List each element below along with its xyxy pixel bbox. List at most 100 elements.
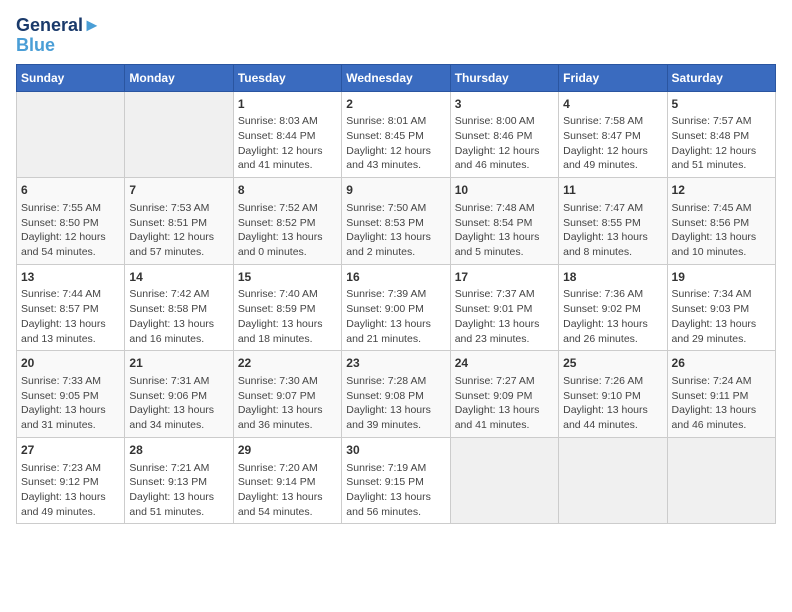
- day-header-friday: Friday: [559, 64, 667, 91]
- cell-details: Sunrise: 7:26 AM Sunset: 9:10 PM Dayligh…: [563, 374, 662, 433]
- calendar-cell: 25 Sunrise: 7:26 AM Sunset: 9:10 PM Dayli…: [559, 351, 667, 438]
- calendar-week-row: 20 Sunrise: 7:33 AM Sunset: 9:05 PM Dayli…: [17, 351, 776, 438]
- cell-details: Sunrise: 7:42 AM Sunset: 8:58 PM Dayligh…: [129, 287, 228, 346]
- calendar-cell: 22 Sunrise: 7:30 AM Sunset: 9:07 PM Dayli…: [233, 351, 341, 438]
- cell-details: Sunrise: 7:20 AM Sunset: 9:14 PM Dayligh…: [238, 461, 337, 520]
- cell-details: Sunrise: 7:28 AM Sunset: 9:08 PM Dayligh…: [346, 374, 445, 433]
- calendar-week-row: 1Sunrise: 8:03 AM Sunset: 8:44 PM Daylig…: [17, 91, 776, 178]
- calendar-cell: 7 Sunrise: 7:53 AM Sunset: 8:51 PM Daylig…: [125, 178, 233, 265]
- calendar-cell: 9 Sunrise: 7:50 AM Sunset: 8:53 PM Daylig…: [342, 178, 450, 265]
- day-number: 3: [455, 96, 554, 113]
- cell-details: Sunrise: 7:39 AM Sunset: 9:00 PM Dayligh…: [346, 287, 445, 346]
- day-number: 11: [563, 182, 662, 199]
- calendar-cell: 28 Sunrise: 7:21 AM Sunset: 9:13 PM Dayli…: [125, 437, 233, 524]
- cell-details: Sunrise: 7:44 AM Sunset: 8:57 PM Dayligh…: [21, 287, 120, 346]
- calendar-week-row: 6 Sunrise: 7:55 AM Sunset: 8:50 PM Daylig…: [17, 178, 776, 265]
- calendar-cell: 18Sunrise: 7:36 AM Sunset: 9:02 PM Dayli…: [559, 264, 667, 351]
- day-number: 1: [238, 96, 337, 113]
- day-number: 2: [346, 96, 445, 113]
- calendar-cell: 15Sunrise: 7:40 AM Sunset: 8:59 PM Dayli…: [233, 264, 341, 351]
- cell-details: Sunrise: 7:36 AM Sunset: 9:02 PM Dayligh…: [563, 287, 662, 346]
- cell-details: Sunrise: 7:50 AM Sunset: 8:53 PM Dayligh…: [346, 201, 445, 260]
- calendar-cell: 20 Sunrise: 7:33 AM Sunset: 9:05 PM Dayli…: [17, 351, 125, 438]
- calendar-cell: 17Sunrise: 7:37 AM Sunset: 9:01 PM Dayli…: [450, 264, 558, 351]
- logo: General►Blue: [16, 16, 101, 56]
- cell-details: Sunrise: 8:01 AM Sunset: 8:45 PM Dayligh…: [346, 114, 445, 173]
- day-number: 29: [238, 442, 337, 459]
- calendar-cell: [559, 437, 667, 524]
- cell-details: Sunrise: 8:00 AM Sunset: 8:46 PM Dayligh…: [455, 114, 554, 173]
- day-number: 28: [129, 442, 228, 459]
- cell-details: Sunrise: 7:24 AM Sunset: 9:11 PM Dayligh…: [672, 374, 771, 433]
- calendar-cell: 4Sunrise: 7:58 AM Sunset: 8:47 PM Daylig…: [559, 91, 667, 178]
- day-header-saturday: Saturday: [667, 64, 775, 91]
- cell-details: Sunrise: 7:53 AM Sunset: 8:51 PM Dayligh…: [129, 201, 228, 260]
- cell-details: Sunrise: 7:37 AM Sunset: 9:01 PM Dayligh…: [455, 287, 554, 346]
- day-number: 21: [129, 355, 228, 372]
- cell-details: Sunrise: 7:33 AM Sunset: 9:05 PM Dayligh…: [21, 374, 120, 433]
- cell-details: Sunrise: 7:58 AM Sunset: 8:47 PM Dayligh…: [563, 114, 662, 173]
- calendar-cell: 3Sunrise: 8:00 AM Sunset: 8:46 PM Daylig…: [450, 91, 558, 178]
- calendar-cell: 13Sunrise: 7:44 AM Sunset: 8:57 PM Dayli…: [17, 264, 125, 351]
- cell-details: Sunrise: 7:21 AM Sunset: 9:13 PM Dayligh…: [129, 461, 228, 520]
- day-number: 16: [346, 269, 445, 286]
- calendar-cell: 29 Sunrise: 7:20 AM Sunset: 9:14 PM Dayli…: [233, 437, 341, 524]
- cell-details: Sunrise: 7:52 AM Sunset: 8:52 PM Dayligh…: [238, 201, 337, 260]
- calendar-cell: 1Sunrise: 8:03 AM Sunset: 8:44 PM Daylig…: [233, 91, 341, 178]
- day-number: 18: [563, 269, 662, 286]
- cell-details: Sunrise: 7:34 AM Sunset: 9:03 PM Dayligh…: [672, 287, 771, 346]
- calendar-cell: 11 Sunrise: 7:47 AM Sunset: 8:55 PM Dayli…: [559, 178, 667, 265]
- calendar-cell: 14Sunrise: 7:42 AM Sunset: 8:58 PM Dayli…: [125, 264, 233, 351]
- day-number: 4: [563, 96, 662, 113]
- cell-details: Sunrise: 7:47 AM Sunset: 8:55 PM Dayligh…: [563, 201, 662, 260]
- cell-details: Sunrise: 7:55 AM Sunset: 8:50 PM Dayligh…: [21, 201, 120, 260]
- cell-details: Sunrise: 7:23 AM Sunset: 9:12 PM Dayligh…: [21, 461, 120, 520]
- calendar-cell: 6 Sunrise: 7:55 AM Sunset: 8:50 PM Daylig…: [17, 178, 125, 265]
- cell-details: Sunrise: 7:30 AM Sunset: 9:07 PM Dayligh…: [238, 374, 337, 433]
- day-number: 26: [672, 355, 771, 372]
- day-number: 13: [21, 269, 120, 286]
- cell-details: Sunrise: 8:03 AM Sunset: 8:44 PM Dayligh…: [238, 114, 337, 173]
- day-number: 27: [21, 442, 120, 459]
- day-number: 8: [238, 182, 337, 199]
- day-number: 24: [455, 355, 554, 372]
- calendar-cell: 26 Sunrise: 7:24 AM Sunset: 9:11 PM Dayli…: [667, 351, 775, 438]
- day-header-sunday: Sunday: [17, 64, 125, 91]
- day-number: 12: [672, 182, 771, 199]
- page-header: General►Blue: [16, 16, 776, 56]
- day-header-thursday: Thursday: [450, 64, 558, 91]
- day-number: 17: [455, 269, 554, 286]
- logo-text: General►Blue: [16, 16, 101, 56]
- day-number: 10: [455, 182, 554, 199]
- calendar-cell: 24 Sunrise: 7:27 AM Sunset: 9:09 PM Dayli…: [450, 351, 558, 438]
- day-number: 19: [672, 269, 771, 286]
- day-number: 20: [21, 355, 120, 372]
- calendar-cell: 2Sunrise: 8:01 AM Sunset: 8:45 PM Daylig…: [342, 91, 450, 178]
- day-header-wednesday: Wednesday: [342, 64, 450, 91]
- calendar-cell: [125, 91, 233, 178]
- calendar-cell: 12Sunrise: 7:45 AM Sunset: 8:56 PM Dayli…: [667, 178, 775, 265]
- day-number: 22: [238, 355, 337, 372]
- day-number: 25: [563, 355, 662, 372]
- calendar-table: SundayMondayTuesdayWednesdayThursdayFrid…: [16, 64, 776, 525]
- calendar-cell: 10 Sunrise: 7:48 AM Sunset: 8:54 PM Dayli…: [450, 178, 558, 265]
- calendar-header-row: SundayMondayTuesdayWednesdayThursdayFrid…: [17, 64, 776, 91]
- day-number: 6: [21, 182, 120, 199]
- calendar-cell: 16Sunrise: 7:39 AM Sunset: 9:00 PM Dayli…: [342, 264, 450, 351]
- calendar-week-row: 27 Sunrise: 7:23 AM Sunset: 9:12 PM Dayli…: [17, 437, 776, 524]
- cell-details: Sunrise: 7:27 AM Sunset: 9:09 PM Dayligh…: [455, 374, 554, 433]
- calendar-cell: 5Sunrise: 7:57 AM Sunset: 8:48 PM Daylig…: [667, 91, 775, 178]
- calendar-cell: [450, 437, 558, 524]
- cell-details: Sunrise: 7:40 AM Sunset: 8:59 PM Dayligh…: [238, 287, 337, 346]
- cell-details: Sunrise: 7:48 AM Sunset: 8:54 PM Dayligh…: [455, 201, 554, 260]
- day-header-monday: Monday: [125, 64, 233, 91]
- calendar-week-row: 13Sunrise: 7:44 AM Sunset: 8:57 PM Dayli…: [17, 264, 776, 351]
- day-number: 23: [346, 355, 445, 372]
- calendar-cell: [17, 91, 125, 178]
- day-number: 9: [346, 182, 445, 199]
- day-number: 7: [129, 182, 228, 199]
- day-number: 30: [346, 442, 445, 459]
- cell-details: Sunrise: 7:57 AM Sunset: 8:48 PM Dayligh…: [672, 114, 771, 173]
- day-number: 5: [672, 96, 771, 113]
- day-header-tuesday: Tuesday: [233, 64, 341, 91]
